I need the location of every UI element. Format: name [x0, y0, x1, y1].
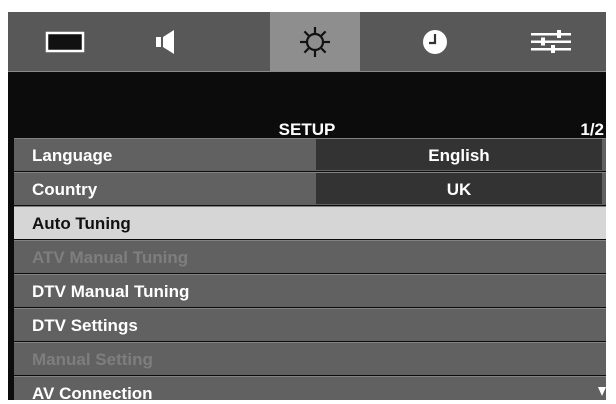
country-value[interactable]: UK [316, 173, 602, 204]
menu-item-dtv-settings[interactable]: DTV Settings [14, 308, 606, 341]
menu-item-label: DTV Settings [32, 316, 138, 335]
menu-item-atv-manual-tuning: ATV Manual Tuning [14, 240, 606, 273]
page-indicator: 1/2 [580, 120, 604, 139]
menu-title: SETUP [278, 120, 336, 139]
scroll-down-arrow-icon[interactable] [598, 387, 606, 396]
menu-header: SETUP 1/2 [8, 120, 606, 140]
menu-item-label: DTV Manual Tuning [32, 282, 190, 301]
tv-osd-screen: SETUP 1/2 Language English Country UK Au… [8, 12, 606, 400]
menu-item-label: Language [32, 146, 113, 165]
menu-item-country[interactable]: Country UK [14, 172, 606, 205]
picture-icon [45, 31, 85, 52]
tab-options[interactable] [506, 12, 596, 71]
menu-item-label: Auto Tuning [32, 214, 131, 233]
menu-item-label: AV Connection [32, 384, 153, 400]
menu-item-dtv-manual-tuning[interactable]: DTV Manual Tuning [14, 274, 606, 307]
menu-tab-bar [8, 12, 606, 72]
options-sliders-icon [531, 29, 571, 53]
tab-setup[interactable] [270, 12, 360, 71]
tab-picture[interactable] [20, 12, 110, 71]
menu-item-auto-tuning[interactable]: Auto Tuning [14, 206, 606, 239]
language-value[interactable]: English [316, 139, 602, 170]
tab-sound[interactable] [120, 12, 210, 71]
menu-item-language[interactable]: Language English [14, 138, 606, 171]
menu-item-av-connection[interactable]: AV Connection [14, 376, 606, 400]
sound-icon [156, 29, 174, 54]
menu-item-manual-setting: Manual Setting [14, 342, 606, 375]
tab-timer[interactable] [390, 12, 480, 71]
clock-icon [423, 29, 447, 54]
setup-gear-icon [300, 26, 330, 57]
menu-item-label: Manual Setting [32, 350, 153, 369]
menu-item-label: ATV Manual Tuning [32, 248, 189, 267]
menu-item-label: Country [32, 180, 98, 199]
